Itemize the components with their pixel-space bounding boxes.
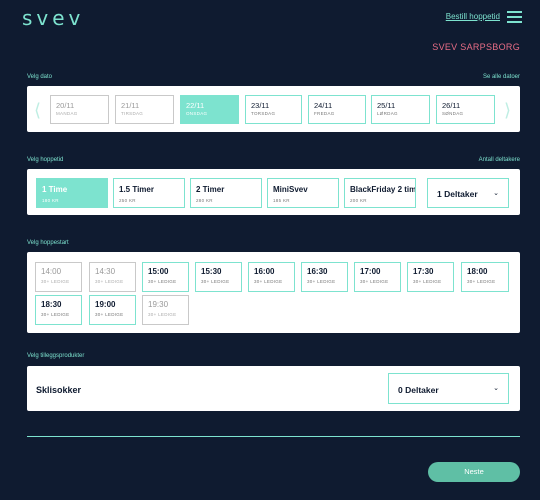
jump-name: MiniSvev [273,185,308,194]
addons-card: Sklisokker 0 Deltaker ⌄ [27,366,520,411]
jump-option[interactable]: 2 Timer 280 KR [190,178,262,208]
time-slot[interactable]: 15:00 30+ LEDIGE [142,262,189,292]
logo[interactable]: svev [22,6,84,30]
jump-name: 1.5 Timer [119,185,154,194]
section-label-jump-time: Velg hoppetid [27,157,64,163]
slot-time: 17:00 [360,267,381,276]
jump-price: 280 KR [196,198,213,203]
date-day: ONSDAG [186,111,208,116]
slot-time: 18:00 [467,267,488,276]
date-value: 20/11 [56,101,75,110]
chevron-right-icon[interactable]: ⟩ [504,100,511,121]
date-value: 25/11 [377,101,396,110]
date-tile-selected[interactable]: 22/11 ONSDAG [180,95,239,124]
date-tile[interactable]: 26/11 SØNDAG [436,95,495,124]
jump-start-card: 14:00 30+ LEDIGE 14:30 30+ LEDIGE 15:00 … [27,252,520,333]
date-value: 21/11 [121,101,140,110]
date-tile[interactable]: 25/11 LØRDAG [371,95,430,124]
slot-availability: 30+ LEDIGE [201,279,230,284]
slot-time: 19:30 [148,300,169,309]
slot-availability: 30+ LEDIGE [148,312,177,317]
date-day: SØNDAG [442,111,464,116]
jump-name: 2 Timer [196,185,225,194]
slot-time: 14:30 [95,267,116,276]
time-slot[interactable]: 18:00 30+ LEDIGE [461,262,509,292]
slot-availability: 30+ LEDIGE [41,312,70,317]
jump-price: 185 KR [273,198,290,203]
slot-availability: 30+ LEDIGE [254,279,283,284]
chevron-down-icon: ⌄ [493,189,499,197]
time-slot[interactable]: 19:00 30+ LEDIGE [89,295,136,325]
date-card: ⟨ 20/11 MANDAG 21/11 TIRSDAG 22/11 ONSDA… [27,86,520,132]
date-value: 23/11 [251,101,270,110]
slot-time: 15:30 [201,267,222,276]
book-jump-time-link[interactable]: Bestill hoppetid [446,12,500,21]
slot-time: 18:30 [41,300,62,309]
chevron-left-icon[interactable]: ⟨ [34,100,41,121]
slot-availability: 30+ LEDIGE [467,279,496,284]
slot-time: 16:00 [254,267,275,276]
jump-option[interactable]: MiniSvev 185 KR [267,178,339,208]
participants-value: 1 Deltaker [437,189,478,199]
next-button[interactable]: Neste [428,462,520,482]
participants-label: Antall deltakere [478,157,520,163]
time-slot[interactable]: 17:30 30+ LEDIGE [407,262,454,292]
jump-name: BlackFriday 2 tim... [350,185,416,194]
slot-time: 19:00 [95,300,116,309]
date-value: 26/11 [442,101,461,110]
slot-availability: 30+ LEDIGE [95,279,124,284]
slot-time: 14:00 [41,267,62,276]
time-slot[interactable]: 19:30 30+ LEDIGE [142,295,189,325]
date-value: 22/11 [186,101,205,110]
addon-quantity-select[interactable]: 0 Deltaker ⌄ [388,373,509,404]
addon-quantity-value: 0 Deltaker [398,385,439,395]
section-label-addons: Velg tilleggsprodukter [27,353,85,359]
jump-option-selected[interactable]: 1 Time 180 KR [36,178,108,208]
time-slot[interactable]: 15:30 30+ LEDIGE [195,262,242,292]
section-label-jump-start: Velg hoppestart [27,240,69,246]
jump-price: 200 KR [350,198,367,203]
date-day: TIRSDAG [121,111,144,116]
hamburger-menu-icon[interactable] [507,11,522,23]
date-value: 24/11 [314,101,333,110]
time-slot[interactable]: 14:00 30+ LEDIGE [35,262,82,292]
slot-time: 17:30 [413,267,434,276]
slot-availability: 30+ LEDIGE [307,279,336,284]
date-day: LØRDAG [377,111,398,116]
slot-availability: 30+ LEDIGE [413,279,442,284]
jump-name: 1 Time [42,185,68,194]
participants-select[interactable]: 1 Deltaker ⌄ [427,178,509,208]
addon-name: Sklisokker [36,385,82,395]
see-all-dates-link[interactable]: Se alle datoer [483,74,520,80]
jump-option[interactable]: 1.5 Timer 250 KR [113,178,185,208]
date-day: TORSDAG [251,111,276,116]
location-title: SVEV SARPSBORG [432,42,520,52]
divider [27,436,520,437]
date-tile[interactable]: 20/11 MANDAG [50,95,109,124]
jump-time-card: 1 Time 180 KR 1.5 Timer 250 KR 2 Timer 2… [27,169,520,215]
time-slot[interactable]: 16:00 30+ LEDIGE [248,262,295,292]
time-slot[interactable]: 14:30 30+ LEDIGE [89,262,136,292]
date-tile[interactable]: 23/11 TORSDAG [245,95,302,124]
date-day: FREDAG [314,111,335,116]
date-day: MANDAG [56,111,78,116]
section-label-date: Velg dato [27,74,53,80]
jump-price: 250 KR [119,198,136,203]
slot-availability: 30+ LEDIGE [360,279,389,284]
jump-option[interactable]: BlackFriday 2 tim... 200 KR [344,178,416,208]
chevron-down-icon: ⌄ [493,384,499,392]
jump-price: 180 KR [42,198,59,203]
slot-availability: 30+ LEDIGE [148,279,177,284]
date-tile[interactable]: 21/11 TIRSDAG [115,95,174,124]
slot-availability: 30+ LEDIGE [95,312,124,317]
slot-time: 15:00 [148,267,169,276]
slot-availability: 30+ LEDIGE [41,279,70,284]
time-slot[interactable]: 17:00 30+ LEDIGE [354,262,401,292]
date-tile[interactable]: 24/11 FREDAG [308,95,366,124]
slot-time: 16:30 [307,267,328,276]
time-slot[interactable]: 16:30 30+ LEDIGE [301,262,348,292]
time-slot[interactable]: 18:30 30+ LEDIGE [35,295,82,325]
